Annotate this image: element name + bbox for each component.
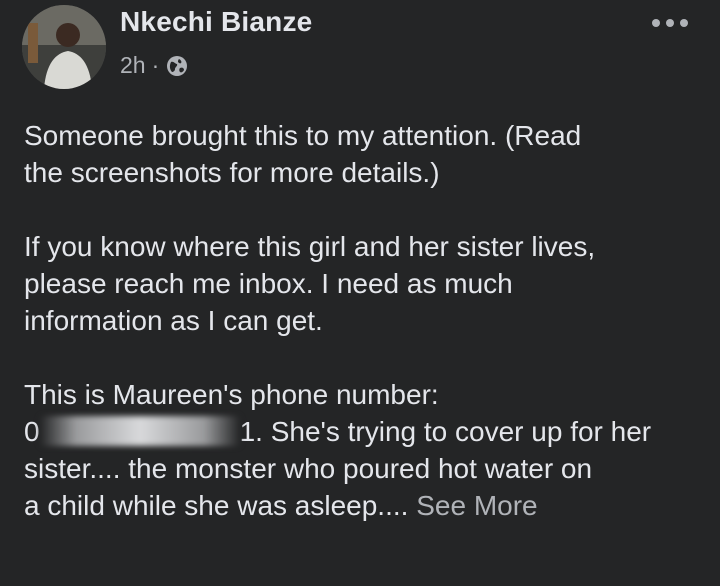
paragraph-2: If you know where this girl and her sist… — [24, 228, 704, 339]
globe-icon[interactable] — [166, 55, 188, 77]
post-timestamp[interactable]: 2h — [120, 52, 146, 79]
text-line: the screenshots for more details.) — [24, 157, 440, 188]
post-card: Nkechi Bianze 2h · Someone brought this … — [0, 0, 720, 586]
more-options-icon[interactable] — [648, 8, 692, 38]
phone-prefix: 0 — [24, 416, 40, 447]
redacted-phone-number — [39, 416, 240, 446]
profile-photo — [22, 5, 106, 89]
text-line: Someone brought this to my attention. (R… — [24, 120, 582, 151]
author-name[interactable]: Nkechi Bianze — [120, 6, 312, 38]
post-body: Someone brought this to my attention. (R… — [24, 117, 704, 561]
paragraph-1: Someone brought this to my attention. (R… — [24, 117, 704, 191]
text-line-phone: 0 1. She's trying to cover up for her — [24, 413, 704, 450]
text-line: This is Maureen's phone number: — [24, 379, 439, 410]
see-more-link[interactable]: See More — [416, 490, 537, 521]
avatar[interactable] — [22, 5, 106, 89]
paragraph-3: This is Maureen's phone number: 0 1. She'… — [24, 376, 704, 524]
text-line: sister.... the monster who poured hot wa… — [24, 453, 593, 484]
text-line: information as I can get. — [24, 305, 323, 336]
text-line: please reach me inbox. I need as much — [24, 268, 513, 299]
meta-separator: · — [151, 52, 160, 78]
phone-suffix-text: 1. She's trying to cover up for her — [239, 416, 652, 447]
text-line-end: a child while she was asleep.... — [24, 490, 417, 521]
post-meta: 2h · — [120, 52, 188, 79]
text-line-last: a child while she was asleep.... See Mor… — [24, 487, 704, 524]
text-line: If you know where this girl and her sist… — [24, 231, 596, 262]
